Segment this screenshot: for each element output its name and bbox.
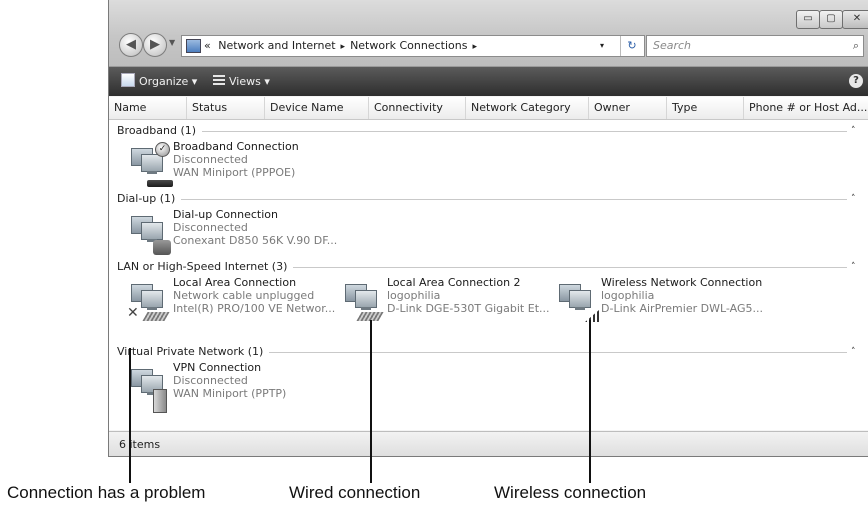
vpn-connection-icon: [127, 367, 167, 413]
breadcrumb-separator[interactable]: ▸: [336, 42, 351, 52]
list-item[interactable]: Local Area Connection 2 logophilia D-Lin…: [339, 276, 550, 324]
breadcrumb-network-and-internet[interactable]: Network and Internet: [214, 39, 335, 52]
status-bar: 6 items: [109, 431, 868, 456]
search-icon[interactable]: ⌕: [853, 36, 859, 56]
callout-line-wireless: [589, 320, 591, 483]
organize-label: Organize ▾: [139, 75, 198, 88]
title-bar: ▭ ▢ ✕ ◀ ▶ ▼ « Network and Internet ▸ Netwo…: [109, 0, 868, 67]
item-text: Dial-up Connection Disconnected Conexant…: [173, 208, 337, 247]
device-name: Intel(R) PRO/100 VE Networ...: [173, 302, 336, 315]
command-bar: Organize ▾ Views ▾ ?: [109, 67, 868, 96]
callout-wireless-connection: Wireless connection: [494, 483, 647, 502]
organize-icon: [121, 73, 135, 87]
group-title: Dial-up (1): [117, 191, 182, 207]
list-item[interactable]: ✓ Broadband Connection Disconnected WAN …: [125, 140, 325, 188]
refresh-icon[interactable]: ↻: [620, 36, 643, 56]
group-divider: [117, 131, 847, 132]
connection-status: Disconnected: [173, 221, 248, 234]
item-count: 6 items: [119, 438, 161, 451]
connection-status: Disconnected: [173, 153, 248, 166]
connection-name: Dial-up Connection: [173, 208, 278, 221]
maximize-button[interactable]: ▢: [819, 10, 843, 29]
recent-pages-dropdown[interactable]: ▼: [169, 38, 175, 47]
column-header-name[interactable]: Name: [109, 97, 187, 119]
network-connections-window: ▭ ▢ ✕ ◀ ▶ ▼ « Network and Internet ▸ Netwo…: [108, 0, 868, 457]
help-icon[interactable]: ?: [849, 74, 863, 88]
views-label: Views ▾: [229, 75, 270, 88]
connected-badge-icon: ✓: [155, 142, 170, 157]
column-header-type[interactable]: Type: [667, 97, 744, 119]
connection-name: Local Area Connection: [173, 276, 297, 289]
connection-status: Network cable unplugged: [173, 289, 315, 302]
wired-connection-icon: [341, 282, 384, 321]
column-header-owner[interactable]: Owner: [589, 97, 667, 119]
breadcrumb-network-connections[interactable]: Network Connections: [350, 39, 467, 52]
group-divider: [117, 199, 847, 200]
search-placeholder: Search: [653, 39, 692, 52]
connection-name: Local Area Connection 2: [387, 276, 521, 289]
control-panel-icon: [186, 39, 201, 53]
connection-name: Broadband Connection: [173, 140, 299, 153]
group-header-dialup[interactable]: Dial-up (1) ˄: [109, 191, 868, 207]
group-title: Virtual Private Network (1): [117, 344, 270, 360]
list-item[interactable]: VPN Connection Disconnected WAN Miniport…: [125, 361, 325, 413]
device-name: D-Link AirPremier DWL-AG5...: [601, 302, 763, 315]
group-title: Broadband (1): [117, 123, 203, 139]
views-icon: [213, 75, 225, 87]
network-name: logophilia: [601, 289, 655, 302]
column-header-phone-or-host-address[interactable]: Phone # or Host Ad...: [744, 97, 868, 119]
group-header-lan[interactable]: LAN or High-Speed Internet (3) ˄: [109, 259, 868, 275]
collapse-chevron-icon[interactable]: ˄: [851, 191, 856, 207]
breadcrumb: « Network and Internet ▸ Network Connectio…: [204, 36, 482, 57]
close-button[interactable]: ✕: [842, 10, 868, 29]
device-name: WAN Miniport (PPPOE): [173, 166, 296, 179]
forward-button[interactable]: ▶: [143, 33, 167, 57]
connection-status: Disconnected: [173, 374, 248, 387]
callout-connection-problem: Connection has a problem: [7, 483, 206, 502]
collapse-chevron-icon[interactable]: ˄: [851, 344, 856, 360]
back-button[interactable]: ◀: [119, 33, 143, 57]
column-header-device-name[interactable]: Device Name: [265, 97, 369, 119]
callout-line-problem: [129, 348, 131, 483]
device-name: Conexant D850 56K V.90 DF...: [173, 234, 338, 247]
callout-line-wired: [370, 320, 372, 483]
column-header-status[interactable]: Status: [187, 97, 265, 119]
item-text: Wireless Network Connection logophilia D…: [601, 276, 763, 315]
breadcrumb-separator[interactable]: ▸: [467, 42, 482, 52]
views-button[interactable]: Views ▾: [213, 73, 270, 90]
group-header-vpn[interactable]: Virtual Private Network (1) ˄: [109, 344, 868, 360]
collapse-chevron-icon[interactable]: ˄: [851, 123, 856, 139]
connection-name: VPN Connection: [173, 361, 262, 374]
column-headers: Name Status Device Name Connectivity Net…: [109, 97, 868, 120]
item-text: VPN Connection Disconnected WAN Miniport…: [173, 361, 286, 400]
minimize-button[interactable]: ▭: [796, 10, 820, 29]
connections-list: Broadband (1) ˄ ✓ Broadband Connection D…: [109, 120, 868, 430]
connection-name: Wireless Network Connection: [601, 276, 763, 289]
dialup-connection-icon: [127, 214, 171, 255]
item-text: Broadband Connection Disconnected WAN Mi…: [173, 140, 299, 179]
callout-wired-connection: Wired connection: [289, 483, 421, 502]
collapse-chevron-icon[interactable]: ˄: [851, 259, 856, 275]
item-text: Local Area Connection Network cable unpl…: [173, 276, 335, 315]
address-dropdown-icon[interactable]: ▾: [600, 36, 604, 56]
device-name: WAN Miniport (PPTP): [173, 387, 287, 400]
address-bar[interactable]: « Network and Internet ▸ Network Connectio…: [181, 35, 645, 57]
signal-bars-icon: [585, 310, 599, 322]
column-header-connectivity[interactable]: Connectivity: [369, 97, 466, 119]
list-item[interactable]: ✕ Local Area Connection Network cable un…: [125, 276, 335, 324]
item-text: Local Area Connection 2 logophilia D-Lin…: [387, 276, 550, 315]
problem-x-icon: ✕: [127, 305, 139, 321]
wireless-connection-icon: [555, 282, 599, 322]
group-header-broadband[interactable]: Broadband (1) ˄: [109, 123, 868, 139]
network-name: logophilia: [387, 289, 441, 302]
organize-button[interactable]: Organize ▾: [121, 73, 197, 90]
list-item[interactable]: Dial-up Connection Disconnected Conexant…: [125, 208, 337, 256]
breadcrumb-overflow[interactable]: «: [204, 39, 211, 52]
search-input[interactable]: Search ⌕: [646, 35, 864, 57]
list-item[interactable]: Wireless Network Connection logophilia D…: [553, 276, 763, 324]
group-title: LAN or High-Speed Internet (3): [117, 259, 294, 275]
device-name: D-Link DGE-530T Gigabit Et...: [387, 302, 550, 315]
column-header-network-category[interactable]: Network Category: [466, 97, 589, 119]
